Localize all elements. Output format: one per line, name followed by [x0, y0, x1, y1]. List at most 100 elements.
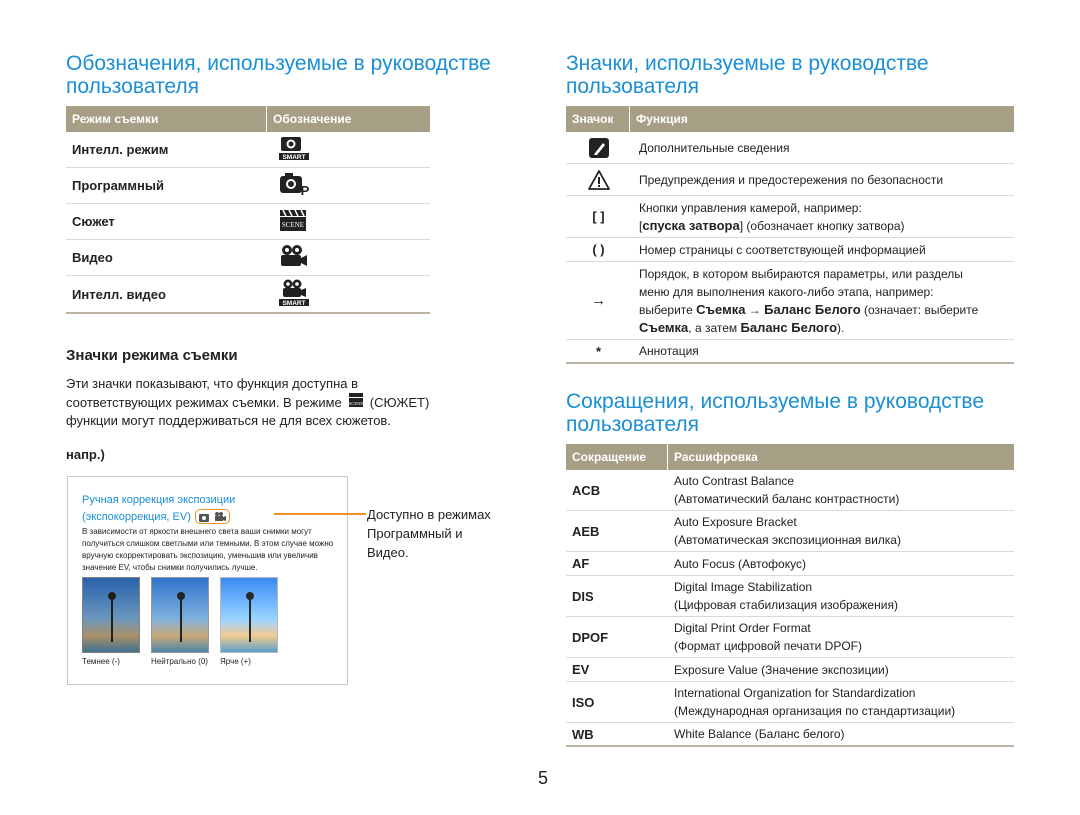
example-mode-icons	[194, 509, 230, 524]
abbr-code: ACB	[572, 482, 601, 498]
mode-name: Интелл. режим	[72, 142, 169, 157]
abbr-row-af: AF Auto Focus (Автофокус)	[566, 552, 1014, 576]
abbr-expansion: Auto Focus (Автофокус)	[674, 556, 806, 571]
abbr-expansion: Auto Exposure Bracket (Автоматическая экс…	[668, 513, 1014, 549]
callout-text-3: Видео.	[367, 545, 409, 560]
arrow-desc-3: выберите Съемка → Баланс Белого (означае…	[639, 301, 1010, 319]
abbr-code: AF	[572, 556, 590, 571]
parens-symbol: ( )	[592, 242, 605, 257]
mode-table-header-mode: Режим съемки	[72, 112, 159, 126]
abbr-row-aeb: AEB Auto Exposure Bracket (Автоматическая…	[566, 511, 1014, 552]
page-number: 5	[538, 768, 549, 788]
example-caption-brighter: Ярче (+)	[220, 657, 251, 666]
example-caption-neutral: Нейтрально (0)	[151, 657, 208, 666]
abbr-line-1: Auto Exposure Bracket	[674, 515, 797, 529]
scene-inline-icon: SCENE	[348, 392, 364, 413]
mode-row-smart-video: Интелл. видео SMART	[66, 276, 430, 314]
example-box: Ручная коррекция экспозиции (экспокоррек…	[67, 476, 348, 685]
paragraph-line-2-scene: (СЮЖЕТ)	[369, 395, 430, 410]
example-title-2: (экспокоррекция, EV)	[82, 509, 230, 524]
svg-text:P: P	[301, 183, 310, 198]
bracket-symbol: [ ]	[592, 209, 605, 224]
mode-row-program: Программный P	[66, 168, 430, 204]
abbr-row-acb: ACB Auto Contrast Balance (Автоматический…	[566, 470, 1014, 511]
example-label: напр.)	[66, 447, 105, 462]
example-photo-brighter	[220, 577, 278, 653]
abbr-expansion: Digital Image Stabilization (Цифровая ста…	[668, 578, 1014, 614]
abbr-line-1: Digital Image Stabilization	[674, 580, 813, 594]
abbr-line-2: (Формат цифровой печати DPOF)	[674, 639, 863, 653]
icons-row-text: Дополнительные сведения	[639, 140, 790, 155]
example-photo-neutral	[151, 577, 209, 653]
section-title-abbreviations: Сокращения, используемые в руководстве п…	[566, 390, 985, 436]
note-icon	[566, 137, 631, 159]
warning-icon	[566, 169, 631, 191]
mode-row-smart: Интелл. режим SMART	[66, 132, 430, 168]
icons-table-header-function: Функция	[629, 106, 1014, 132]
scene-clapper-icon: SCENE	[270, 206, 430, 237]
abbr-expansion: Digital Print Order Format (Формат цифров…	[668, 619, 1014, 655]
abbr-table-header: Сокращение Расшифровка	[566, 444, 1014, 470]
svg-text:SMART: SMART	[282, 300, 305, 307]
mode-name: Видео	[72, 250, 113, 265]
mode-row-scene: Сюжет SCENE	[66, 204, 430, 240]
icons-row-brackets: [ ] Кнопки управления камерой, например:…	[566, 196, 1014, 238]
program-camera-icon: P	[270, 170, 430, 201]
icons-table-header-icon: Значок	[572, 112, 614, 126]
section-title-icons: Значки, используемые в руководстве польз…	[566, 52, 929, 98]
abbr-line-1: Digital Print Order Format	[674, 621, 811, 635]
arrow-desc-4b: , а затем	[688, 320, 741, 335]
icons-row-warning: Предупреждения и предостережения по безо…	[566, 164, 1014, 196]
mode-table-header-symbol: Обозначение	[266, 106, 430, 132]
icons-row-text: Номер страницы с соответствующей информа…	[639, 242, 926, 257]
abbr-expansion: International Organization for Standardi…	[668, 684, 1014, 720]
icons-row-asterisk: * Аннотация	[566, 340, 1014, 364]
icons-table-header: Значок Функция	[566, 106, 1014, 132]
section-title-notation: Обозначения, используемые в руководстве …	[66, 52, 491, 98]
bracket-desc-2: [спуска затвора] (обозначает кнопку затв…	[639, 217, 1010, 235]
abbr-row-dis: DIS Digital Image Stabilization (Цифровая…	[566, 576, 1014, 617]
arrow-desc-4d: ).	[837, 320, 845, 335]
icons-row-text: Аннотация	[639, 344, 699, 358]
paragraph-line-2: соответствующих режимах съемки. В режиме…	[66, 392, 506, 413]
shutter-label: спуска затвора	[642, 217, 740, 233]
icons-row-text: Кнопки управления камерой, например: [сп…	[631, 199, 1014, 235]
video-camera-icon	[214, 511, 226, 521]
example-title-2-text: (экспокоррекция, EV)	[82, 510, 191, 523]
mode-name: Программный	[72, 178, 164, 193]
mode-table: Режим съемки Обозначение Интелл. режим S…	[66, 106, 430, 314]
svg-text:SCENE: SCENE	[349, 401, 364, 406]
menu-shooting: Съемка	[639, 319, 689, 335]
icons-row-text: Предупреждения и предостережения по безо…	[639, 172, 944, 187]
menu-white-balance: Баланс Белого	[740, 319, 838, 335]
mode-row-video: Видео	[66, 240, 430, 276]
paragraph-line-2-text: соответствующих режимах съемки. В режиме	[66, 395, 342, 410]
abbr-table-header-expansion: Расшифровка	[667, 444, 1014, 470]
mode-name: Интелл. видео	[72, 286, 166, 302]
svg-text:SMART: SMART	[282, 154, 305, 161]
example-caption-darker: Темнее (-)	[82, 657, 120, 666]
icons-row-parens: ( ) Номер страницы с соответствующей инф…	[566, 238, 1014, 262]
arrow-desc-3a: выберите	[639, 302, 697, 317]
icons-row-text: Порядок, в котором выбираются параметры,…	[631, 265, 1014, 337]
icons-row-arrow: → Порядок, в котором выбираются параметр…	[566, 262, 1014, 340]
abbr-code: EV	[572, 662, 590, 677]
abbr-line-2: (Международная организация по стандартиз…	[674, 704, 956, 718]
mode-name: Сюжет	[72, 214, 115, 229]
abbr-code: WB	[572, 726, 594, 742]
icons-row-note: Дополнительные сведения	[566, 132, 1014, 164]
abbr-line-1: International Organization for Standardi…	[674, 686, 916, 700]
abbr-code: DPOF	[572, 629, 609, 645]
bracket-desc-1: Кнопки управления камерой, например:	[639, 200, 862, 215]
arrow-desc-4: Съемка, а затем Баланс Белого).	[639, 319, 1010, 337]
menu-shooting: Съемка	[696, 301, 746, 317]
bracket-close-desc: ] (обозначает кнопку затвора)	[739, 218, 905, 233]
subheading-mode-icons: Значки режима съемки	[66, 347, 238, 364]
example-photo-darker	[82, 577, 140, 653]
abbr-line-2: (Автоматическая экспозиционная вилка)	[674, 533, 901, 547]
mode-table-header: Режим съемки Обозначение	[66, 106, 430, 132]
arrow-desc-2: меню для выполнения какого-либо этапа, н…	[639, 284, 934, 299]
abbr-line-2: (Автоматический баланс контрастности)	[674, 492, 900, 506]
abbr-expansion: Auto Contrast Balance (Автоматический бал…	[668, 472, 1014, 508]
abbr-row-dpof: DPOF Digital Print Order Format (Формат ц…	[566, 617, 1014, 658]
